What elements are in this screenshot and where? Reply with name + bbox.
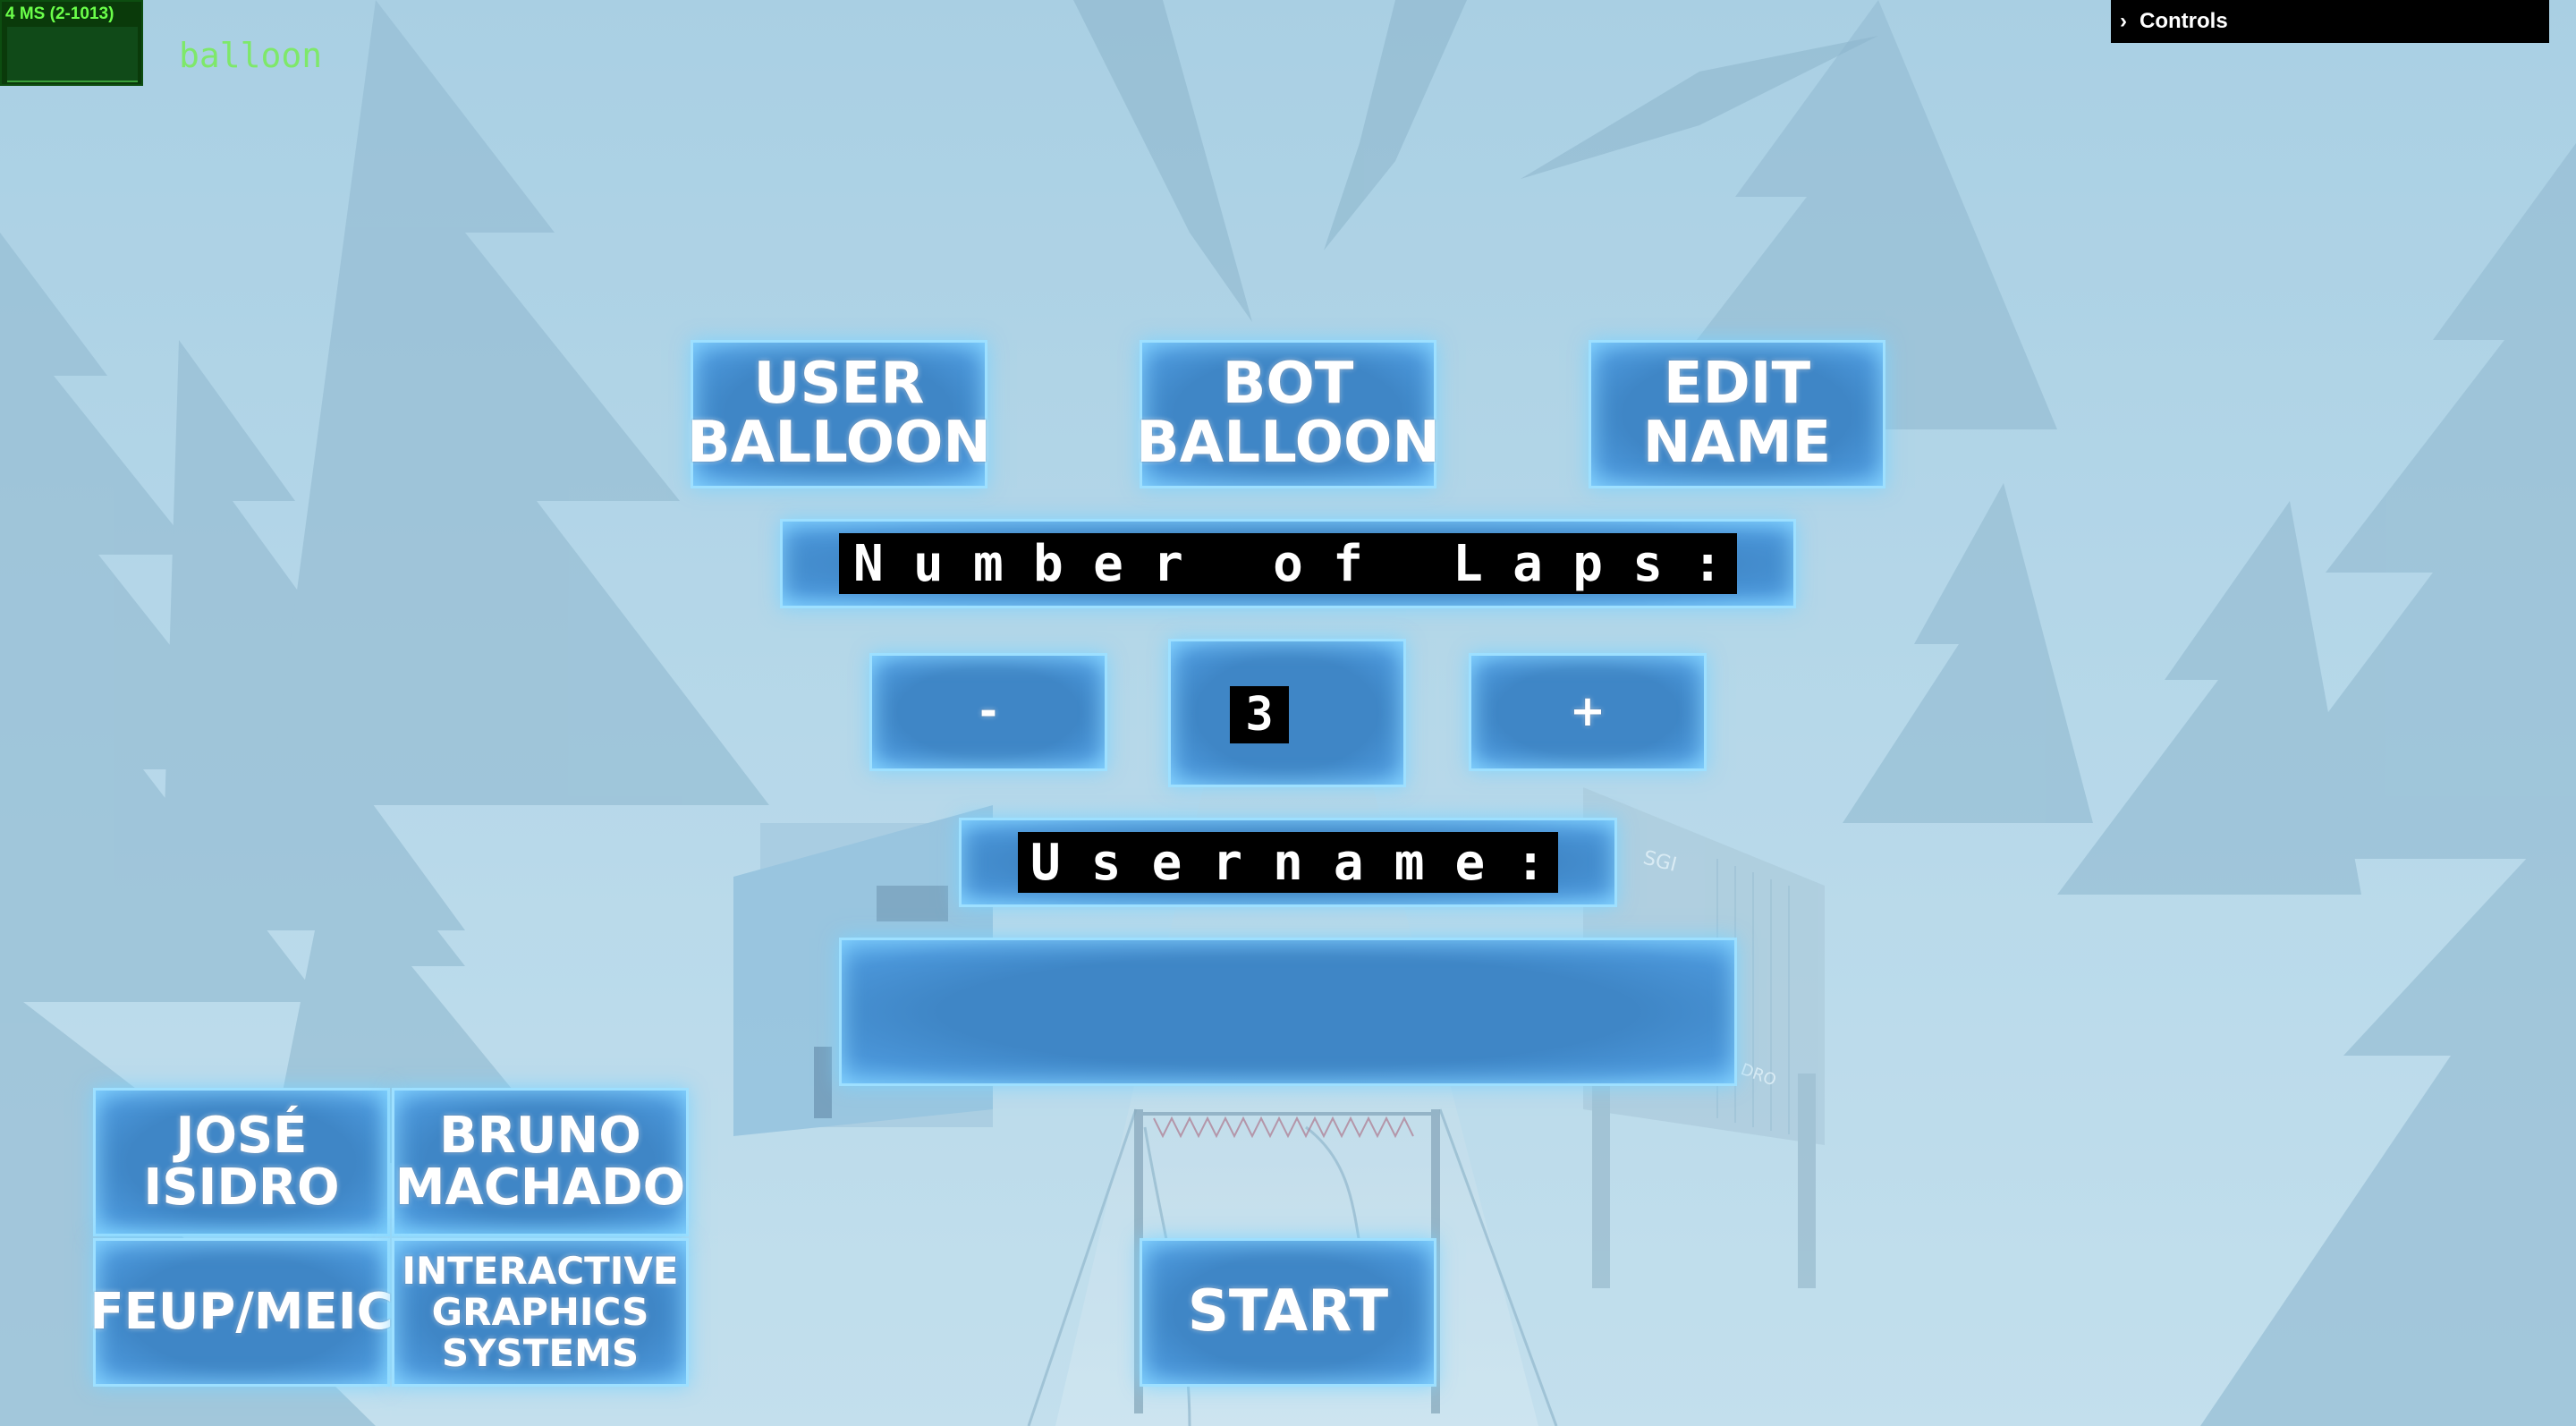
laps-char: p: [1572, 534, 1603, 593]
username-char: e: [1454, 833, 1486, 892]
credit-course-label: INTERACTIVE GRAPHICS SYSTEMS: [402, 1248, 679, 1376]
laps-char: s: [1632, 534, 1663, 593]
credit-author-2-label: BRUNO MACHADO: [394, 1107, 686, 1217]
laps-char: m: [973, 534, 1004, 593]
username-char: U: [1030, 833, 1061, 892]
credit-school-label: FEUP/MEIC: [89, 1283, 394, 1342]
stats-graph: [7, 27, 138, 82]
username-char: e: [1151, 833, 1182, 892]
laps-value-display: 3: [1168, 639, 1406, 787]
username-label-panel: Username:: [959, 818, 1617, 907]
controls-label: Controls: [2140, 9, 2228, 33]
laps-char: o: [1273, 534, 1303, 593]
username-input[interactable]: [839, 938, 1737, 1086]
selected-balloon-name: balloon: [179, 36, 323, 75]
plus-label: +: [1569, 686, 1606, 737]
bot-balloon-label: BOT BALLOON: [1136, 351, 1440, 476]
username-label: Username:: [1018, 832, 1558, 893]
bot-balloon-button[interactable]: BOT BALLOON: [1136, 340, 1440, 488]
laps-char: a: [1513, 534, 1543, 593]
laps-char: L: [1453, 534, 1483, 593]
laps-char: f: [1333, 534, 1363, 593]
laps-char: e: [1093, 534, 1123, 593]
laps-char: N: [853, 534, 884, 593]
username-char: s: [1090, 833, 1122, 892]
decrease-laps-button[interactable]: -: [869, 653, 1107, 771]
edit-name-button[interactable]: EDIT NAME: [1589, 340, 1885, 488]
username-char: n: [1273, 833, 1303, 892]
controls-panel-toggle[interactable]: › Controls: [2111, 0, 2549, 43]
laps-value: 3: [1230, 686, 1289, 743]
start-label: START: [1187, 1278, 1389, 1345]
username-char: a: [1333, 833, 1364, 892]
username-char: :: [1515, 833, 1546, 892]
credit-author-2: BRUNO MACHADO: [392, 1088, 689, 1236]
laps-char: [1393, 535, 1423, 593]
start-button[interactable]: START: [1140, 1238, 1436, 1387]
chevron-right-icon: ›: [2120, 9, 2127, 33]
user-balloon-button[interactable]: USER BALLOON: [687, 340, 991, 488]
minus-label: -: [979, 686, 997, 737]
laps-char: r: [1153, 534, 1183, 593]
laps-char: u: [913, 534, 944, 593]
laps-label-panel: Number of Laps:: [780, 519, 1796, 608]
username-char: m: [1394, 833, 1425, 892]
increase-laps-button[interactable]: +: [1469, 653, 1707, 771]
credit-school: FEUP/MEIC: [89, 1238, 394, 1387]
credit-author-1: JOSÉ ISIDRO: [93, 1088, 390, 1236]
stats-fps-text: 4 MS (2-1013): [5, 4, 114, 23]
laps-label: Number of Laps:: [839, 533, 1737, 594]
username-char: r: [1212, 833, 1243, 892]
credit-course: INTERACTIVE GRAPHICS SYSTEMS: [392, 1238, 689, 1387]
laps-char: :: [1692, 534, 1723, 593]
stats-panel[interactable]: 4 MS (2-1013): [0, 0, 143, 86]
laps-char: [1213, 535, 1243, 593]
edit-name-label: EDIT NAME: [1642, 351, 1832, 476]
laps-char: b: [1033, 534, 1063, 593]
credit-author-1-label: JOSÉ ISIDRO: [143, 1107, 340, 1217]
user-balloon-label: USER BALLOON: [687, 351, 991, 476]
